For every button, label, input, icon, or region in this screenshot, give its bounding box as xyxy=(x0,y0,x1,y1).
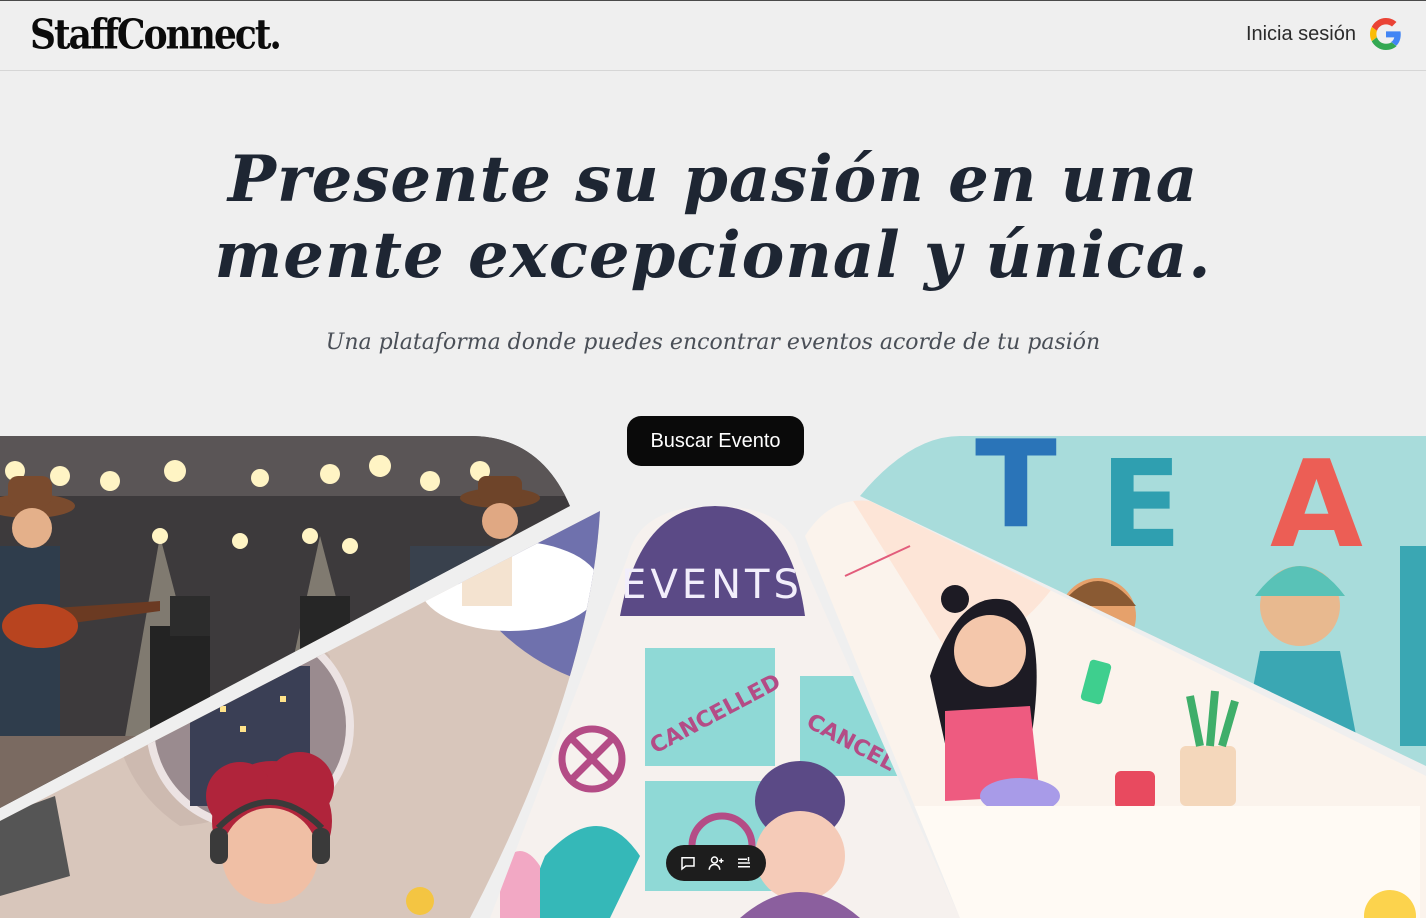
events-sign-text: EVENTS xyxy=(621,562,803,608)
team-letter-e: E xyxy=(1100,436,1182,575)
logo[interactable]: StaffConnect. xyxy=(30,7,282,62)
floating-toolbar xyxy=(666,845,766,881)
team-letter-t: T xyxy=(975,436,1057,555)
top-navbar: StaffConnect. Inicia sesión xyxy=(0,0,1426,71)
login-label: Inicia sesión xyxy=(1245,22,1356,45)
hero-subtitle: Una plataforma donde puedes encontrar ev… xyxy=(325,330,1101,355)
menu-icon[interactable] xyxy=(733,852,755,874)
search-event-button[interactable]: Buscar Evento xyxy=(627,416,804,466)
chat-icon[interactable] xyxy=(677,852,699,874)
login-button[interactable]: Inicia sesión xyxy=(1246,18,1402,50)
hero-title: Presente su pasión en una mente excepcio… xyxy=(0,142,1426,294)
hero-title-line-1: Presente su pasión en una xyxy=(227,142,1199,217)
add-user-icon[interactable] xyxy=(705,852,727,874)
hero-title-line-2: mente excepcional y única. xyxy=(214,218,1212,293)
google-icon xyxy=(1370,18,1401,50)
team-letter-a: A xyxy=(1270,436,1363,575)
